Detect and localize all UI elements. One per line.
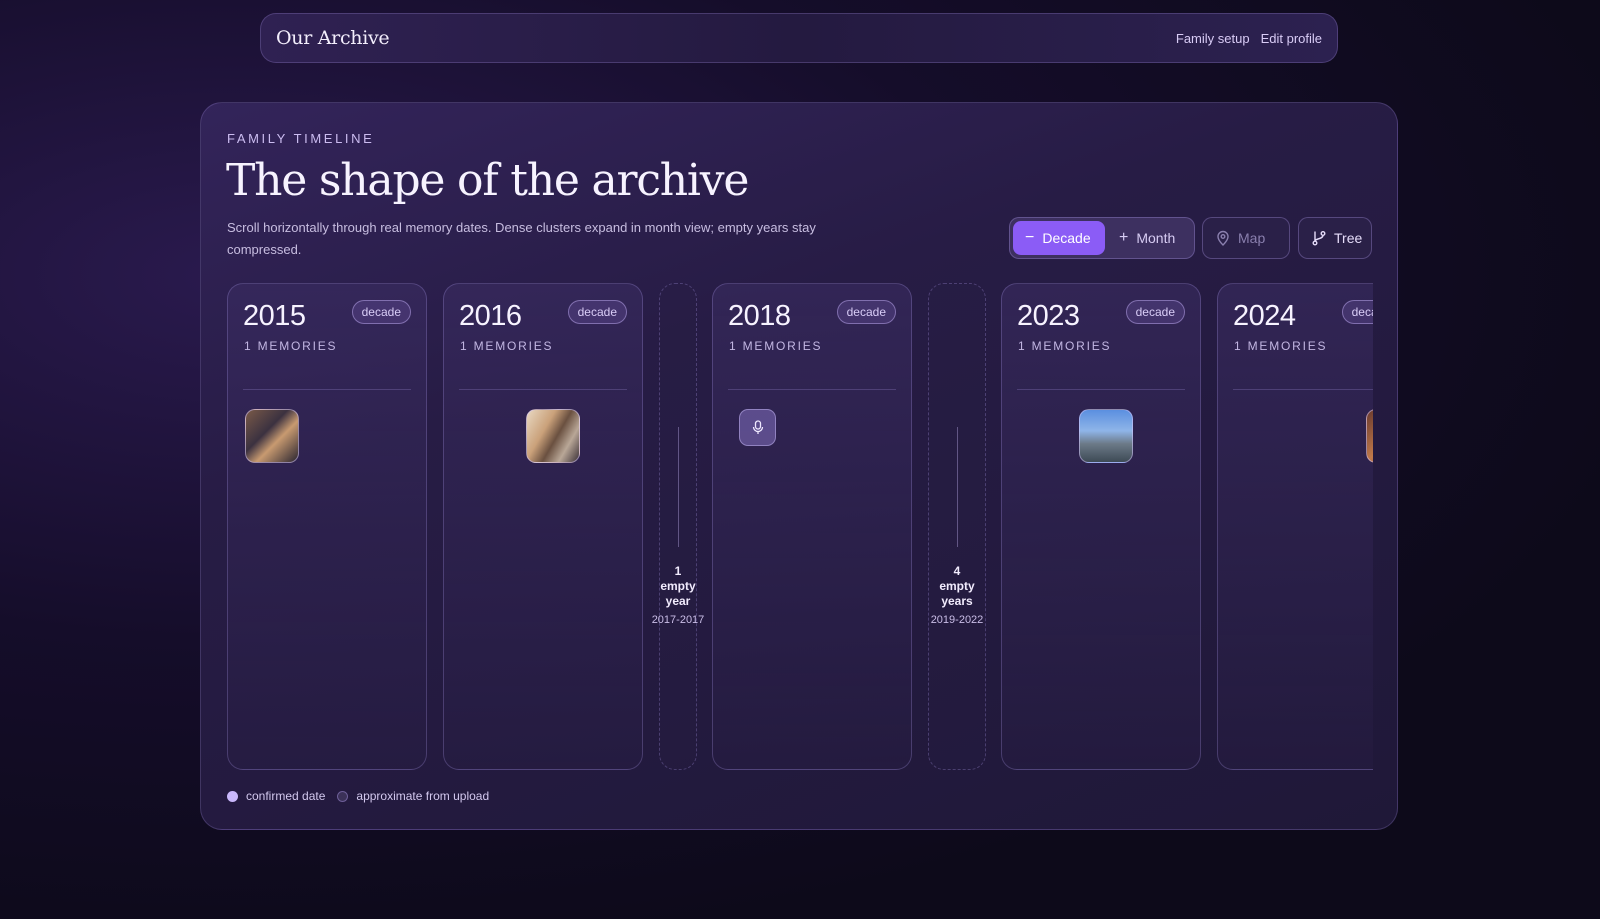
divider bbox=[459, 389, 627, 390]
minus-icon: − bbox=[1025, 229, 1035, 246]
memory-count: 1 MEMORIES bbox=[1018, 339, 1112, 353]
year-card-2023[interactable]: 2023 decade 1 MEMORIES bbox=[1001, 283, 1201, 770]
month-label: Month bbox=[1136, 230, 1176, 246]
legend-approximate-label: approximate from upload bbox=[356, 789, 490, 803]
empty-years-gap: 4 empty years 2019-2022 bbox=[928, 283, 986, 770]
memory-count: 1 MEMORIES bbox=[460, 339, 554, 353]
gap-unit: years bbox=[941, 594, 973, 608]
zoom-badge: decade bbox=[1341, 300, 1373, 324]
year-label: 2023 bbox=[1017, 300, 1080, 332]
gap-word: empty bbox=[660, 579, 696, 593]
gap-unit: year bbox=[665, 594, 691, 608]
year-card-2024[interactable]: 2024 decade 1 MEMORIES bbox=[1217, 283, 1373, 770]
year-card-2015[interactable]: 2015 decade 1 MEMORIES bbox=[227, 283, 427, 770]
timeline-legend: confirmed date approximate from upload bbox=[227, 789, 489, 803]
gap-word: empty bbox=[939, 579, 975, 593]
legend-confirmed-label: confirmed date bbox=[246, 789, 326, 803]
page-title: The shape of the archive bbox=[226, 155, 749, 206]
map-pin-icon bbox=[1217, 230, 1229, 246]
year-label: 2018 bbox=[728, 300, 791, 332]
microphone-icon bbox=[752, 420, 763, 434]
divider bbox=[1233, 389, 1373, 390]
divider bbox=[728, 389, 896, 390]
approximate-dot-icon bbox=[337, 790, 349, 802]
memory-count: 1 MEMORIES bbox=[1234, 339, 1328, 353]
gap-count-text: 1 empty year bbox=[648, 564, 708, 609]
brand-title[interactable]: Our Archive bbox=[276, 27, 390, 49]
gap-count: 1 bbox=[674, 564, 682, 578]
memory-photo-thumbnail[interactable] bbox=[526, 409, 580, 463]
confirmed-dot-icon bbox=[227, 790, 238, 802]
gap-range: 2017-2017 bbox=[651, 614, 705, 626]
year-label: 2024 bbox=[1233, 300, 1296, 332]
gap-count-text: 4 empty years bbox=[917, 564, 997, 609]
month-button[interactable]: + Month bbox=[1107, 221, 1187, 255]
year-label: 2015 bbox=[243, 300, 306, 332]
tree-button[interactable]: Tree bbox=[1298, 217, 1372, 259]
plus-icon: + bbox=[1119, 229, 1129, 246]
zoom-badge: decade bbox=[836, 300, 896, 324]
year-card-2016[interactable]: 2016 decade 1 MEMORIES bbox=[443, 283, 643, 770]
zoom-toggle: − Decade + Month bbox=[1009, 217, 1195, 259]
gap-line bbox=[957, 427, 958, 547]
gap-range: 2019-2022 bbox=[930, 614, 984, 626]
year-label: 2016 bbox=[459, 300, 522, 332]
gap-count: 4 bbox=[953, 564, 961, 578]
zoom-badge: decade bbox=[1125, 300, 1185, 324]
memory-audio-item[interactable] bbox=[739, 409, 776, 446]
map-label: Map bbox=[1238, 230, 1266, 246]
memory-photo-thumbnail[interactable] bbox=[245, 409, 299, 463]
memory-count: 1 MEMORIES bbox=[244, 339, 338, 353]
memory-photo-thumbnail[interactable] bbox=[1079, 409, 1133, 463]
top-nav: Family setup Edit profile bbox=[1176, 31, 1322, 46]
year-card-2018[interactable]: 2018 decade 1 MEMORIES bbox=[712, 283, 912, 770]
family-setup-link[interactable]: Family setup bbox=[1176, 31, 1250, 46]
decade-button[interactable]: − Decade bbox=[1013, 221, 1105, 255]
git-branch-icon bbox=[1312, 231, 1326, 246]
tree-label: Tree bbox=[1334, 230, 1363, 246]
edit-profile-link[interactable]: Edit profile bbox=[1261, 31, 1322, 46]
map-button[interactable]: Map bbox=[1202, 217, 1290, 259]
timeline-track[interactable]: 2015 decade 1 MEMORIES 2016 decade 1 MEM… bbox=[227, 283, 1373, 771]
page-description: Scroll horizontally through real memory … bbox=[227, 220, 816, 257]
divider bbox=[243, 389, 411, 390]
timeline-panel: FAMILY TIMELINE The shape of the archive… bbox=[200, 102, 1398, 830]
zoom-badge: decade bbox=[567, 300, 627, 324]
memory-photo-thumbnail[interactable] bbox=[1366, 409, 1373, 463]
divider bbox=[1017, 389, 1185, 390]
top-bar: Our Archive Family setup Edit profile bbox=[260, 13, 1338, 63]
gap-line bbox=[678, 427, 679, 547]
empty-years-gap: 1 empty year 2017-2017 bbox=[652, 283, 704, 770]
zoom-badge: decade bbox=[351, 300, 411, 324]
memory-count: 1 MEMORIES bbox=[729, 339, 823, 353]
section-eyebrow: FAMILY TIMELINE bbox=[227, 131, 375, 146]
decade-label: Decade bbox=[1042, 230, 1091, 246]
